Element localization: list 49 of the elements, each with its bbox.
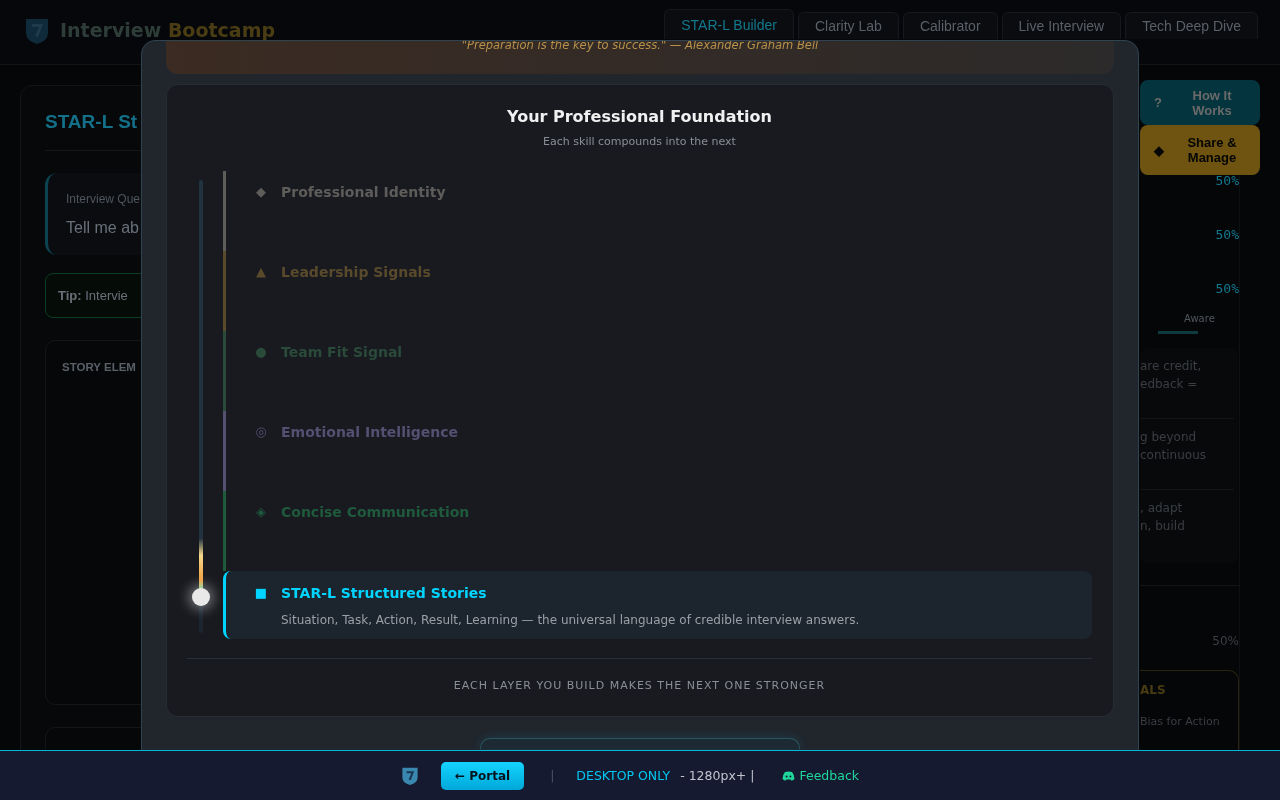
question-label: Interview Que bbox=[66, 192, 141, 206]
nav-tab[interactable]: Live Interview bbox=[1001, 12, 1122, 39]
layer-row[interactable]: ◆ Professional Identity bbox=[223, 171, 1092, 251]
total-score: 50% bbox=[1211, 634, 1239, 648]
resolution-text: - 1280px+ | bbox=[680, 768, 755, 783]
score-value: 50% bbox=[1214, 173, 1239, 190]
desktop-label: DESKTOP ONLY bbox=[576, 768, 671, 783]
question-text: Tell me ab bbox=[66, 219, 139, 237]
layer-card[interactable]: ■ STAR-L Structured Stories Situation, Task, Action, Result, Learning — the universal language of credible interview answers. bbox=[223, 571, 1092, 639]
controller-icon bbox=[782, 770, 796, 781]
layer-name: Leadership Signals bbox=[281, 264, 431, 280]
level-bar bbox=[1158, 331, 1198, 334]
footer-note: EACH LAYER YOU BUILD MAKES THE NEXT ONE STRONGER bbox=[452, 679, 827, 692]
nav-tab[interactable]: Calibrator bbox=[902, 12, 998, 39]
layer-name: Professional Identity bbox=[281, 184, 446, 200]
layer-row[interactable]: ◎ Emotional Intelligence bbox=[223, 411, 1092, 491]
layer-name: Concise Communication bbox=[281, 504, 470, 520]
level-label: Aware bbox=[1184, 313, 1216, 324]
layer-icon: ◈ bbox=[250, 504, 272, 520]
feedback-link[interactable]: Feedback bbox=[782, 768, 859, 783]
logo-icon bbox=[401, 765, 419, 786]
layer-icon: ● bbox=[250, 344, 272, 360]
layer-icon: ■ bbox=[250, 585, 272, 601]
nav-tab[interactable]: Clarity Lab bbox=[797, 12, 899, 39]
layer-description: Situation, Task, Action, Result, Learning — the universal language of credible interview answers. bbox=[281, 613, 860, 627]
layer-row[interactable]: ▲ Leadership Signals bbox=[223, 251, 1092, 331]
quote-text: "Preparation is the key to success." — Alexander Graham Bell bbox=[461, 41, 819, 52]
goals-heading: ALS bbox=[1140, 683, 1167, 697]
layer-icon: ▲ bbox=[250, 264, 272, 280]
note-text: g beyond continuous bbox=[1140, 419, 1234, 490]
portal-button[interactable]: ← Portal bbox=[441, 761, 525, 790]
panel-title: STAR-L St bbox=[45, 110, 138, 134]
score-value: 50% bbox=[1214, 227, 1239, 244]
layer-name: STAR-L Structured Stories bbox=[281, 585, 488, 601]
floating-button[interactable]: ? How It Works bbox=[1140, 80, 1260, 125]
logo-icon bbox=[24, 17, 50, 45]
floating-button[interactable]: ◆ Share & Manage bbox=[1140, 125, 1260, 175]
modal-title: Your Professional Foundation bbox=[506, 107, 773, 127]
nav-tab[interactable]: STAR-L Builder bbox=[664, 9, 794, 39]
layer-icon: ◆ bbox=[250, 184, 272, 200]
score-value: 50% bbox=[1214, 281, 1239, 298]
layer-name: Emotional Intelligence bbox=[281, 424, 458, 440]
nav-tab[interactable]: Tech Deep Dive bbox=[1125, 12, 1258, 39]
section-heading: STORY ELEM bbox=[62, 361, 137, 373]
note-text: , adapt n, build bbox=[1140, 500, 1186, 535]
separator: | bbox=[550, 768, 555, 783]
note-text: are credit, edback = bbox=[1140, 348, 1234, 419]
layer-icon: ◎ bbox=[250, 424, 272, 440]
modal-subtitle: Each skill compounds into the next bbox=[542, 135, 737, 148]
